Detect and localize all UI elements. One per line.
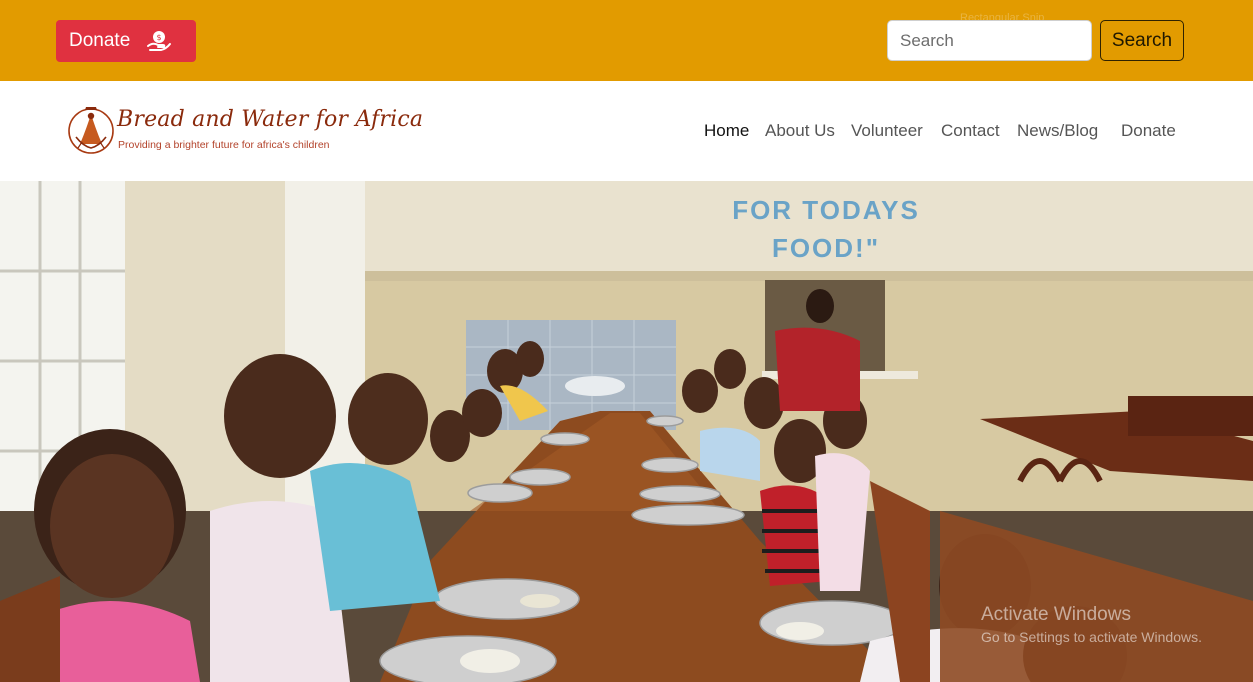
search-input[interactable] [887,20,1092,61]
svg-text:$: $ [156,33,161,42]
nav-news-blog[interactable]: News/Blog [1017,121,1098,141]
wall-text-line1: FOR TODAYS [732,195,920,225]
wall-text-line2: FOOD!" [772,233,880,263]
nav-about-us[interactable]: About Us [765,121,835,141]
nav-home[interactable]: Home [704,121,749,141]
donate-button-label: Donate [69,30,131,51]
nav-donate[interactable]: Donate [1121,121,1176,141]
logo-title: Bread and Water for Africa [117,107,424,132]
watermark-subtitle: Go to Settings to activate Windows. [981,629,1202,645]
donate-button[interactable]: Donate $ [56,20,196,62]
nav-contact[interactable]: Contact [941,121,1000,141]
logo-emblem-icon [68,107,114,154]
search-button[interactable]: Search [1100,20,1184,61]
hand-coin-icon: $ [145,29,173,59]
watermark-title: Activate Windows [981,604,1131,625]
nav-volunteer[interactable]: Volunteer [851,121,923,141]
logo-tagline: Providing a brighter future for africa's… [118,139,330,151]
